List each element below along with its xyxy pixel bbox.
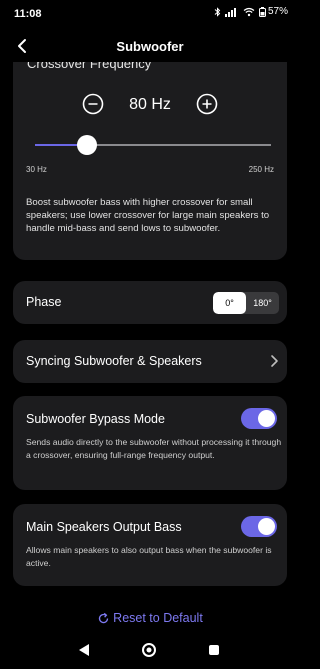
status-bar: 11:08 57% xyxy=(0,0,300,28)
main-speakers-bass-description: Allows main speakers to also output bass… xyxy=(26,545,272,568)
signal-icon xyxy=(224,7,236,17)
battery-indicator: 57% xyxy=(258,6,288,17)
main-speakers-bass-toggle[interactable] xyxy=(241,516,277,537)
status-icons: 57% xyxy=(214,6,288,17)
plus-circle-icon[interactable] xyxy=(196,93,218,115)
bypass-mode-card: Subwoofer Bypass Mode Sends audio direct… xyxy=(13,396,287,490)
square-recents-icon xyxy=(209,645,219,655)
frequency-stepper: 80 Hz xyxy=(13,92,287,118)
nav-recents-button[interactable] xyxy=(206,642,222,658)
screen: Crossover Frequency 80 Hz 30 Hz 250 Hz B… xyxy=(0,0,300,669)
app-header: Subwoofer xyxy=(0,30,300,62)
nav-home-button[interactable] xyxy=(141,642,157,658)
triangle-back-icon xyxy=(79,644,89,656)
bypass-mode-toggle[interactable] xyxy=(241,408,277,429)
reset-label: Reset to Default xyxy=(113,611,203,625)
frequency-value: 80 Hz xyxy=(129,96,171,113)
chevron-right-icon xyxy=(271,355,278,367)
refresh-icon xyxy=(99,612,109,623)
phase-segmented-control: 0° 180° xyxy=(213,292,279,314)
crossover-slider[interactable] xyxy=(35,135,271,155)
phase-row: Phase 0° 180° xyxy=(13,281,287,324)
page-title: Subwoofer xyxy=(116,39,184,54)
range-min-label: 30 Hz xyxy=(26,165,47,174)
wifi-icon xyxy=(243,7,255,16)
bypass-mode-description: Sends audio directly to the subwoofer wi… xyxy=(26,437,282,460)
main-speakers-bass-label: Main Speakers Output Bass xyxy=(26,520,182,534)
slider-thumb[interactable] xyxy=(77,135,97,155)
system-nav-bar xyxy=(0,634,300,669)
phase-option-180[interactable]: 180° xyxy=(246,292,279,314)
range-max-label: 250 Hz xyxy=(248,165,274,174)
crossover-card: Crossover Frequency 80 Hz 30 Hz 250 Hz B… xyxy=(13,38,287,260)
bluetooth-icon xyxy=(214,6,221,17)
toggle-knob xyxy=(258,518,275,535)
toggle-knob xyxy=(258,410,275,427)
bypass-mode-label: Subwoofer Bypass Mode xyxy=(26,412,165,426)
phase-option-0[interactable]: 0° xyxy=(213,292,246,314)
battery-percent: 57% xyxy=(267,6,288,17)
battery-icon xyxy=(258,6,266,17)
status-time: 11:08 xyxy=(14,8,42,20)
sync-subwoofer-row[interactable]: Syncing Subwoofer & Speakers xyxy=(13,340,287,383)
reset-to-default-button[interactable]: Reset to Default xyxy=(0,608,300,628)
crossover-description: Boost subwoofer bass with higher crossov… xyxy=(26,197,270,234)
phase-label: Phase xyxy=(26,295,62,309)
sync-label: Syncing Subwoofer & Speakers xyxy=(26,354,202,368)
nav-back-button[interactable] xyxy=(76,642,92,658)
circle-home-icon xyxy=(142,643,156,657)
main-speakers-bass-card: Main Speakers Output Bass Allows main sp… xyxy=(13,504,287,586)
